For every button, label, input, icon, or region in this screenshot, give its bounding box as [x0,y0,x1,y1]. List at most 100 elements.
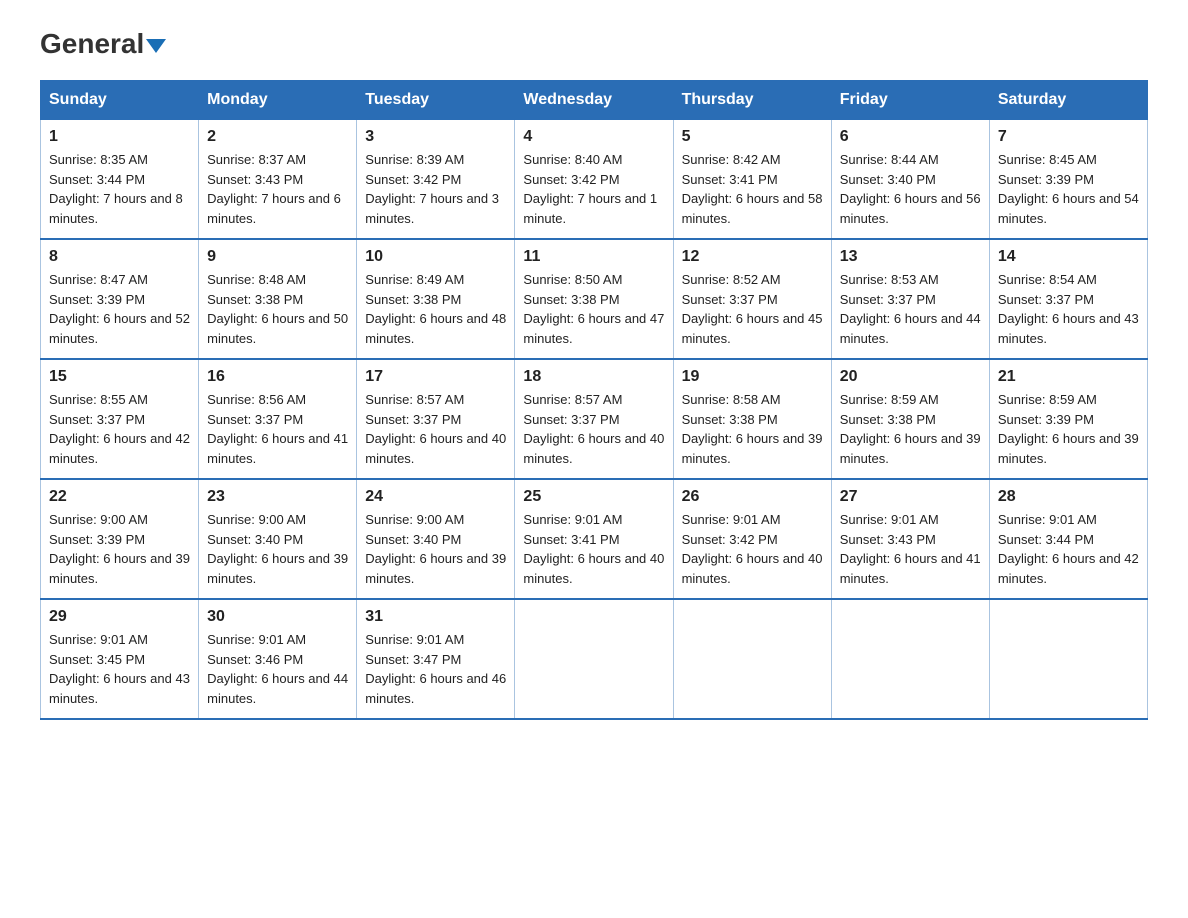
calendar-table: SundayMondayTuesdayWednesdayThursdayFrid… [40,80,1148,720]
calendar-cell: 19 Sunrise: 8:58 AM Sunset: 3:38 PM Dayl… [673,359,831,479]
day-of-week-header: Thursday [673,81,831,120]
day-number: 2 [207,128,348,146]
calendar-cell [989,599,1147,719]
day-number: 28 [998,488,1139,506]
day-of-week-header: Sunday [41,81,199,120]
day-info: Sunrise: 9:01 AM Sunset: 3:46 PM Dayligh… [207,630,348,708]
calendar-cell: 14 Sunrise: 8:54 AM Sunset: 3:37 PM Dayl… [989,239,1147,359]
day-number: 12 [682,248,823,266]
calendar-cell: 17 Sunrise: 8:57 AM Sunset: 3:37 PM Dayl… [357,359,515,479]
logo-top: General [40,30,166,58]
calendar-cell: 9 Sunrise: 8:48 AM Sunset: 3:38 PM Dayli… [199,239,357,359]
day-number: 15 [49,368,190,386]
day-info: Sunrise: 8:42 AM Sunset: 3:41 PM Dayligh… [682,150,823,228]
day-info: Sunrise: 8:40 AM Sunset: 3:42 PM Dayligh… [523,150,664,228]
calendar-cell: 2 Sunrise: 8:37 AM Sunset: 3:43 PM Dayli… [199,120,357,240]
day-number: 5 [682,128,823,146]
day-info: Sunrise: 8:56 AM Sunset: 3:37 PM Dayligh… [207,390,348,468]
day-info: Sunrise: 8:45 AM Sunset: 3:39 PM Dayligh… [998,150,1139,228]
day-number: 10 [365,248,506,266]
logo: General [40,30,166,60]
calendar-week-row: 15 Sunrise: 8:55 AM Sunset: 3:37 PM Dayl… [41,359,1148,479]
calendar-header-row: SundayMondayTuesdayWednesdayThursdayFrid… [41,81,1148,120]
day-info: Sunrise: 8:52 AM Sunset: 3:37 PM Dayligh… [682,270,823,348]
day-info: Sunrise: 8:57 AM Sunset: 3:37 PM Dayligh… [523,390,664,468]
day-number: 7 [998,128,1139,146]
calendar-cell: 10 Sunrise: 8:49 AM Sunset: 3:38 PM Dayl… [357,239,515,359]
day-info: Sunrise: 8:59 AM Sunset: 3:38 PM Dayligh… [840,390,981,468]
day-number: 1 [49,128,190,146]
day-number: 25 [523,488,664,506]
day-number: 16 [207,368,348,386]
calendar-cell: 4 Sunrise: 8:40 AM Sunset: 3:42 PM Dayli… [515,120,673,240]
day-info: Sunrise: 8:48 AM Sunset: 3:38 PM Dayligh… [207,270,348,348]
calendar-cell: 21 Sunrise: 8:59 AM Sunset: 3:39 PM Dayl… [989,359,1147,479]
calendar-cell: 12 Sunrise: 8:52 AM Sunset: 3:37 PM Dayl… [673,239,831,359]
day-number: 27 [840,488,981,506]
day-info: Sunrise: 8:58 AM Sunset: 3:38 PM Dayligh… [682,390,823,468]
day-info: Sunrise: 9:01 AM Sunset: 3:43 PM Dayligh… [840,510,981,588]
day-number: 9 [207,248,348,266]
day-info: Sunrise: 8:59 AM Sunset: 3:39 PM Dayligh… [998,390,1139,468]
day-info: Sunrise: 8:35 AM Sunset: 3:44 PM Dayligh… [49,150,190,228]
day-number: 17 [365,368,506,386]
day-number: 29 [49,608,190,626]
day-number: 6 [840,128,981,146]
day-info: Sunrise: 8:39 AM Sunset: 3:42 PM Dayligh… [365,150,506,228]
day-number: 20 [840,368,981,386]
day-of-week-header: Monday [199,81,357,120]
page-header: General [40,30,1148,60]
calendar-cell: 13 Sunrise: 8:53 AM Sunset: 3:37 PM Dayl… [831,239,989,359]
calendar-cell: 22 Sunrise: 9:00 AM Sunset: 3:39 PM Dayl… [41,479,199,599]
calendar-cell: 18 Sunrise: 8:57 AM Sunset: 3:37 PM Dayl… [515,359,673,479]
day-of-week-header: Friday [831,81,989,120]
day-number: 18 [523,368,664,386]
calendar-cell: 23 Sunrise: 9:00 AM Sunset: 3:40 PM Dayl… [199,479,357,599]
calendar-cell: 31 Sunrise: 9:01 AM Sunset: 3:47 PM Dayl… [357,599,515,719]
day-info: Sunrise: 8:37 AM Sunset: 3:43 PM Dayligh… [207,150,348,228]
calendar-cell [673,599,831,719]
calendar-cell: 24 Sunrise: 9:00 AM Sunset: 3:40 PM Dayl… [357,479,515,599]
calendar-cell: 28 Sunrise: 9:01 AM Sunset: 3:44 PM Dayl… [989,479,1147,599]
day-info: Sunrise: 9:01 AM Sunset: 3:45 PM Dayligh… [49,630,190,708]
day-number: 8 [49,248,190,266]
day-info: Sunrise: 8:44 AM Sunset: 3:40 PM Dayligh… [840,150,981,228]
calendar-week-row: 8 Sunrise: 8:47 AM Sunset: 3:39 PM Dayli… [41,239,1148,359]
day-info: Sunrise: 9:01 AM Sunset: 3:41 PM Dayligh… [523,510,664,588]
day-of-week-header: Wednesday [515,81,673,120]
calendar-cell: 1 Sunrise: 8:35 AM Sunset: 3:44 PM Dayli… [41,120,199,240]
calendar-cell: 25 Sunrise: 9:01 AM Sunset: 3:41 PM Dayl… [515,479,673,599]
day-number: 3 [365,128,506,146]
day-info: Sunrise: 8:53 AM Sunset: 3:37 PM Dayligh… [840,270,981,348]
calendar-week-row: 22 Sunrise: 9:00 AM Sunset: 3:39 PM Dayl… [41,479,1148,599]
day-info: Sunrise: 8:47 AM Sunset: 3:39 PM Dayligh… [49,270,190,348]
calendar-week-row: 29 Sunrise: 9:01 AM Sunset: 3:45 PM Dayl… [41,599,1148,719]
calendar-cell: 5 Sunrise: 8:42 AM Sunset: 3:41 PM Dayli… [673,120,831,240]
day-number: 21 [998,368,1139,386]
calendar-cell [831,599,989,719]
day-info: Sunrise: 9:00 AM Sunset: 3:40 PM Dayligh… [365,510,506,588]
day-info: Sunrise: 8:57 AM Sunset: 3:37 PM Dayligh… [365,390,506,468]
calendar-cell: 8 Sunrise: 8:47 AM Sunset: 3:39 PM Dayli… [41,239,199,359]
calendar-cell: 20 Sunrise: 8:59 AM Sunset: 3:38 PM Dayl… [831,359,989,479]
calendar-cell: 7 Sunrise: 8:45 AM Sunset: 3:39 PM Dayli… [989,120,1147,240]
day-info: Sunrise: 8:50 AM Sunset: 3:38 PM Dayligh… [523,270,664,348]
day-info: Sunrise: 9:00 AM Sunset: 3:40 PM Dayligh… [207,510,348,588]
day-number: 23 [207,488,348,506]
day-number: 26 [682,488,823,506]
day-info: Sunrise: 9:01 AM Sunset: 3:44 PM Dayligh… [998,510,1139,588]
day-number: 19 [682,368,823,386]
day-info: Sunrise: 8:49 AM Sunset: 3:38 PM Dayligh… [365,270,506,348]
day-number: 13 [840,248,981,266]
day-info: Sunrise: 9:01 AM Sunset: 3:47 PM Dayligh… [365,630,506,708]
day-number: 24 [365,488,506,506]
calendar-cell: 11 Sunrise: 8:50 AM Sunset: 3:38 PM Dayl… [515,239,673,359]
calendar-cell: 3 Sunrise: 8:39 AM Sunset: 3:42 PM Dayli… [357,120,515,240]
day-info: Sunrise: 8:54 AM Sunset: 3:37 PM Dayligh… [998,270,1139,348]
calendar-cell: 30 Sunrise: 9:01 AM Sunset: 3:46 PM Dayl… [199,599,357,719]
day-info: Sunrise: 9:01 AM Sunset: 3:42 PM Dayligh… [682,510,823,588]
calendar-cell [515,599,673,719]
logo-triangle-icon [146,39,166,53]
day-number: 14 [998,248,1139,266]
calendar-week-row: 1 Sunrise: 8:35 AM Sunset: 3:44 PM Dayli… [41,120,1148,240]
